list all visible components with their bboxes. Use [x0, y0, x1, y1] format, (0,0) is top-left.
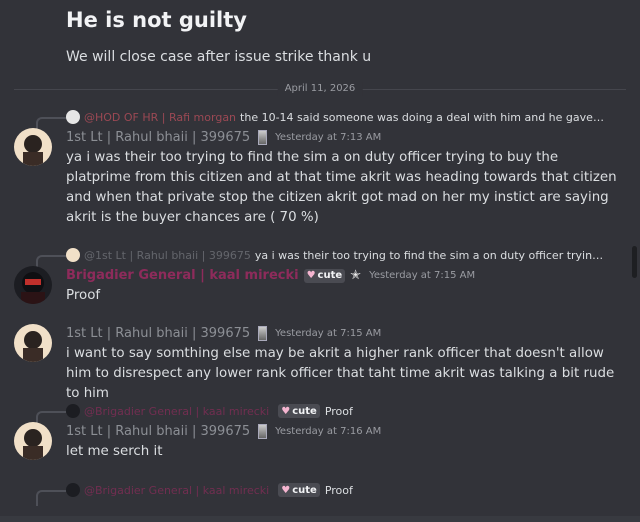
reply-text: the 10-14 said someone was doing a deal …: [240, 110, 606, 124]
message-composer-edge: [0, 516, 640, 522]
reply-text: ya i was their too trying to find the si…: [254, 248, 606, 262]
avatar[interactable]: [14, 128, 52, 166]
role-badge-icon: [258, 130, 268, 145]
reply-preview[interactable]: @1st Lt | Rahul bhaii | 399675 ya i was …: [66, 247, 606, 263]
reply-preview[interactable]: @Brigadier General | kaal mirecki ♥ cute …: [66, 482, 606, 498]
reply-preview[interactable]: @HOD OF HR | Rafi morgan the 10-14 said …: [66, 109, 606, 125]
author-name[interactable]: 1st Lt | Rahul bhaii | 399675: [66, 326, 250, 341]
reply-spine: [36, 490, 66, 506]
role-badge-icon: [258, 424, 268, 439]
heart-icon: ♥: [281, 484, 291, 496]
reply-author[interactable]: @Brigadier General | kaal mirecki: [84, 484, 269, 497]
author-name[interactable]: Brigadier General | kaal mirecki: [66, 268, 299, 283]
user-tag: ♥ cute: [278, 483, 320, 497]
reply-avatar-icon: [66, 248, 80, 262]
reply-avatar-icon: [66, 483, 80, 497]
message-body: Proof: [66, 288, 101, 303]
message-body: ya i was their too trying to find the si…: [66, 150, 617, 225]
timestamp: Yesterday at 7:15 AM: [275, 328, 382, 339]
reply-author[interactable]: @1st Lt | Rahul bhaii | 399675: [84, 249, 251, 262]
reply-preview[interactable]: @Brigadier General | kaal mirecki ♥ cute …: [66, 403, 606, 419]
reply-author[interactable]: @HOD OF HR | Rafi morgan: [84, 111, 236, 124]
user-tag: ♥ cute: [278, 404, 320, 418]
role-badge-icon: [258, 326, 268, 341]
reply-author[interactable]: @Brigadier General | kaal mirecki: [84, 405, 269, 418]
date-divider: April 11, 2026: [14, 82, 626, 96]
timestamp: Yesterday at 7:13 AM: [275, 132, 382, 143]
heart-icon: ♥: [306, 270, 316, 281]
timestamp: Yesterday at 7:15 AM: [369, 270, 476, 281]
heart-icon: ♥: [281, 405, 291, 417]
page-title: He is not guilty: [66, 8, 247, 32]
timestamp: Yesterday at 7:16 AM: [275, 426, 382, 437]
reply-text: Proof: [324, 483, 353, 497]
star-icon: ✭: [350, 268, 362, 283]
scrollbar-thumb[interactable]: [632, 246, 637, 278]
user-tag-label: cute: [317, 270, 343, 281]
message-text: We will close case after issue strike th…: [66, 49, 372, 65]
user-tag: ♥ cute: [303, 268, 346, 283]
message-body: i want to say somthing else may be akrit…: [66, 346, 615, 401]
message-body: let me serch it: [66, 444, 163, 459]
user-tag-label: cute: [292, 405, 317, 417]
author-name[interactable]: 1st Lt | Rahul bhaii | 399675: [66, 130, 250, 145]
user-tag-label: cute: [292, 484, 317, 496]
avatar[interactable]: [14, 422, 52, 460]
date-divider-label: April 11, 2026: [277, 82, 363, 96]
reply-avatar-icon: [66, 110, 80, 124]
avatar[interactable]: [14, 266, 52, 304]
avatar[interactable]: [14, 324, 52, 362]
reply-text: Proof: [324, 404, 353, 418]
author-name[interactable]: 1st Lt | Rahul bhaii | 399675: [66, 424, 250, 439]
reply-avatar-icon: [66, 404, 80, 418]
